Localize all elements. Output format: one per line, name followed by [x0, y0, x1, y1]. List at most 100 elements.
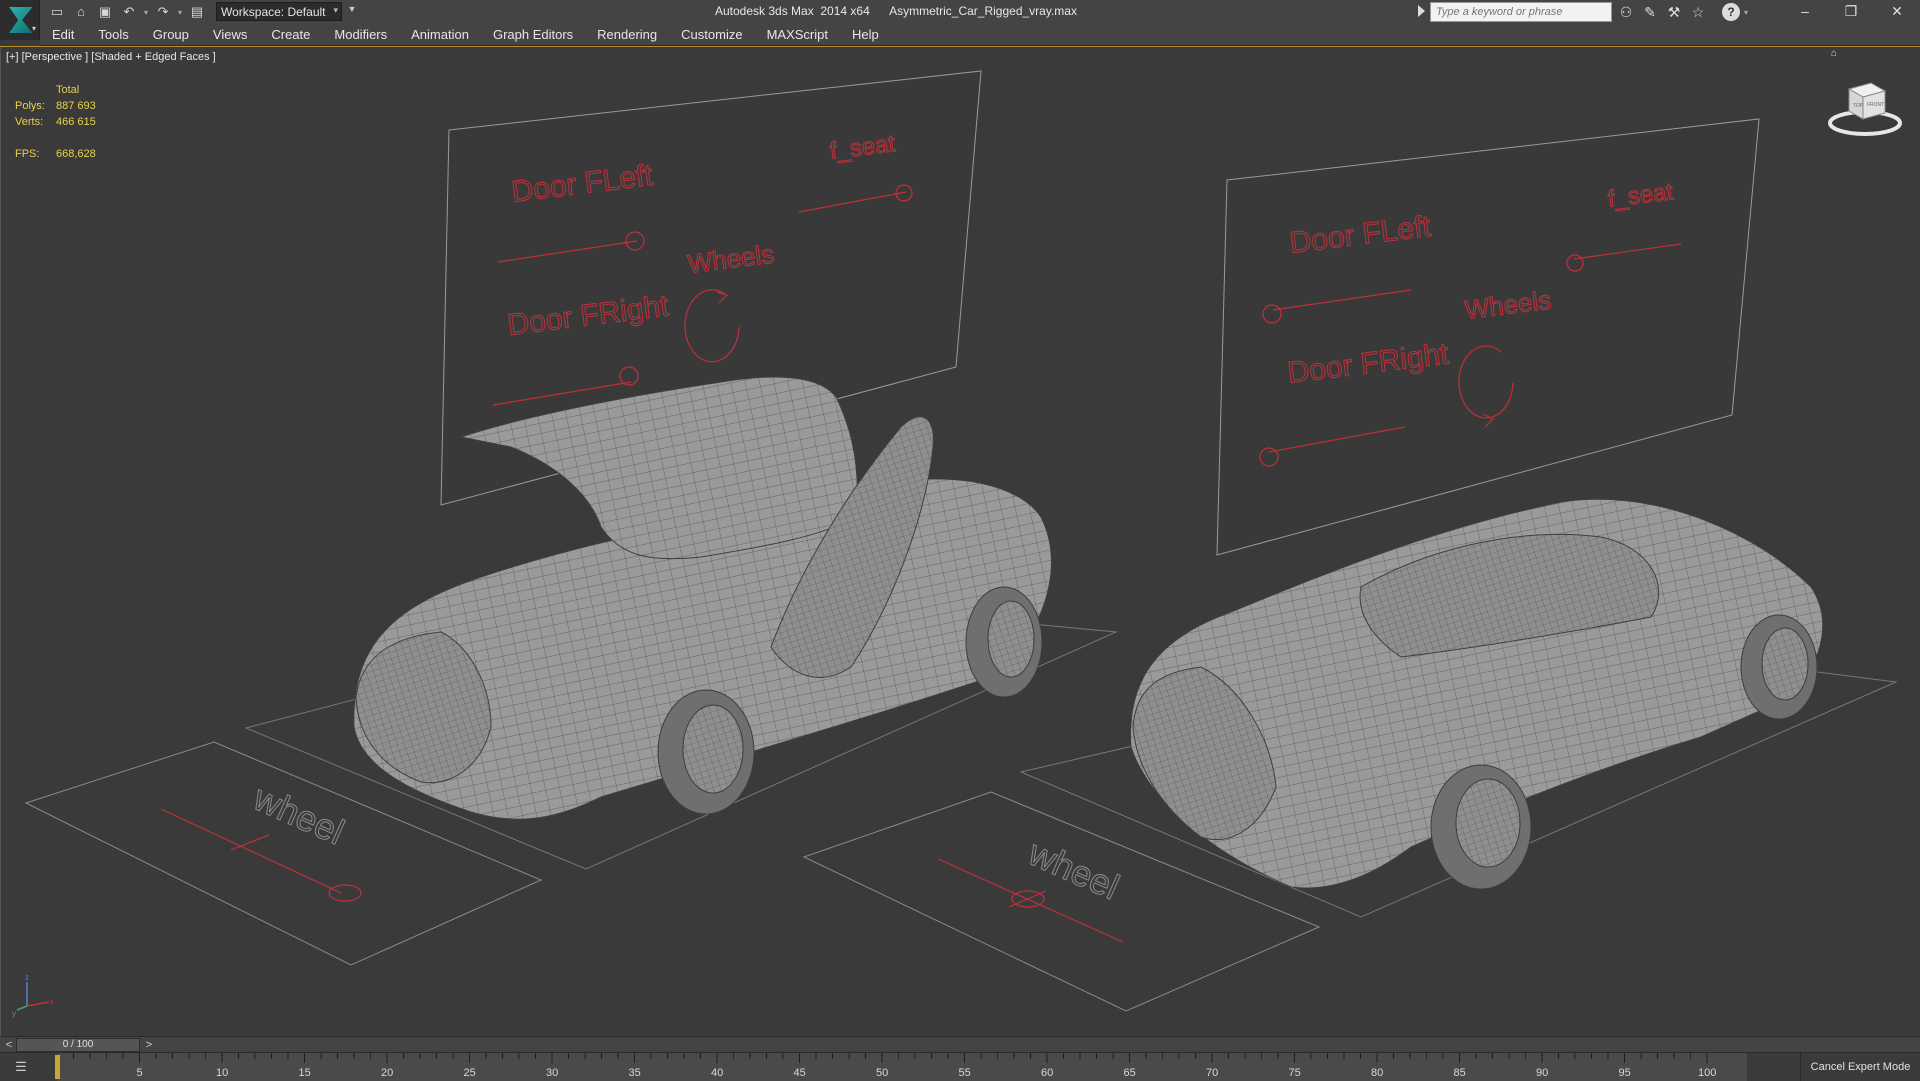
- title-bar: ▾ ▭ ⌂ ▣ ↶ ▾ ↷ ▾ ▤ Workspace: Default ▾ ▼…: [0, 0, 1920, 40]
- save-file-icon[interactable]: ▣: [96, 3, 114, 21]
- search-expand-icon[interactable]: [1418, 5, 1425, 17]
- timeline-tick-label: 50: [876, 1067, 888, 1079]
- viewcube-home-icon[interactable]: ⌂: [1831, 49, 1841, 59]
- menu-help[interactable]: Help: [840, 24, 891, 46]
- favorites-star-icon[interactable]: ☆: [1688, 2, 1708, 22]
- window-controls: – ❐ ✕: [1782, 0, 1920, 24]
- stats-verts-label: Verts:: [15, 116, 44, 128]
- search-input[interactable]: [1430, 2, 1612, 22]
- car-model-right[interactable]: [1130, 498, 1824, 890]
- max-logo-icon: [9, 7, 33, 33]
- axis-y-label: y: [12, 1009, 16, 1018]
- menu-customize[interactable]: Customize: [669, 24, 754, 46]
- timeline-tick-label: 20: [381, 1067, 393, 1079]
- control-panel-right[interactable]: [1216, 118, 1760, 556]
- close-button[interactable]: ✕: [1874, 0, 1920, 24]
- timeline-tick-label: 95: [1619, 1067, 1631, 1079]
- stats-header: Total: [56, 84, 80, 96]
- mini-curve-editor-icon[interactable]: ☰: [10, 1058, 32, 1076]
- viewport-label-menu[interactable]: [+] [Perspective ] [Shaded + Edged Faces…: [6, 51, 216, 63]
- stats-polys-value: 887 693: [56, 100, 96, 112]
- current-frame-marker: [55, 1055, 60, 1079]
- time-slider-handle[interactable]: 0 / 100: [16, 1038, 140, 1052]
- timeline-tick-label: 85: [1454, 1067, 1466, 1079]
- axis-tripod-gizmo: z x y: [12, 973, 54, 1018]
- chevron-down-icon: ▾: [31, 24, 36, 33]
- time-slider-bar: < 0 / 100 >: [0, 1036, 1920, 1052]
- window-title: Autodesk 3ds Max 2014 x64 Asymmetric_Car…: [715, 4, 1077, 18]
- quick-access-toolbar: ▭ ⌂ ▣ ↶ ▾ ↷ ▾ ▤: [48, 2, 206, 22]
- open-file-icon[interactable]: ⌂: [72, 3, 90, 21]
- timeline-tick-label: 55: [959, 1067, 971, 1079]
- car-wheel-rear-left-rim: [987, 600, 1035, 678]
- menu-group[interactable]: Group: [141, 24, 201, 46]
- viewcube-top-label: TOP: [1853, 103, 1864, 109]
- timeline-tick-label: 25: [464, 1067, 476, 1079]
- app-menu-button[interactable]: ▾: [0, 0, 40, 40]
- help-dropdown-icon[interactable]: ▾: [1744, 8, 1748, 17]
- new-file-icon[interactable]: ▭: [48, 3, 66, 21]
- binoculars-icon[interactable]: ⚇: [1616, 2, 1636, 22]
- menu-bar: Edit Tools Group Views Create Modifiers …: [40, 24, 1920, 46]
- viewport-statistics: Total Polys: 887 693 Verts: 466 615 FPS: 66…: [15, 82, 96, 162]
- wheel-slider-cross-left: [230, 834, 270, 851]
- undo-icon[interactable]: ↶: [120, 3, 138, 21]
- cancel-expert-mode-button[interactable]: Cancel Expert Mode: [1800, 1053, 1920, 1081]
- menu-graph-editors[interactable]: Graph Editors: [481, 24, 585, 46]
- timeline-tick-label: 15: [299, 1067, 311, 1079]
- info-center-toolbar: ⚇ ✎ ⚒ ☆ ? ▾: [1616, 2, 1748, 22]
- timeline-tick-label: 30: [546, 1067, 558, 1079]
- viewcube[interactable]: TOP FRONT: [1827, 75, 1903, 139]
- app-title: Autodesk 3ds Max 2014 x64: [715, 4, 870, 18]
- redo-dropdown-icon[interactable]: ▾: [178, 8, 182, 17]
- menu-animation[interactable]: Animation: [399, 24, 481, 46]
- timeline-tick-label: 45: [794, 1067, 806, 1079]
- stats-fps-label: FPS:: [15, 148, 40, 160]
- car-wheel-front-right-rim: [1455, 778, 1521, 868]
- timeline-tick-label: 90: [1536, 1067, 1548, 1079]
- undo-dropdown-icon[interactable]: ▾: [144, 8, 148, 17]
- timeline-tick-label: 10: [216, 1067, 228, 1079]
- perspective-viewport[interactable]: Door FLeft f_seat Wheels Door FRight Doo…: [0, 47, 1920, 1036]
- label-wheel-plane-left: wheel: [247, 776, 351, 852]
- timeline-tick-label: 65: [1124, 1067, 1136, 1079]
- menu-edit[interactable]: Edit: [40, 24, 86, 46]
- timeline-tick-label: 5: [137, 1067, 143, 1079]
- axis-x-label: x: [50, 997, 54, 1006]
- menu-views[interactable]: Views: [201, 24, 259, 46]
- customize-quick-access-icon[interactable]: ▼: [346, 4, 358, 20]
- track-bar[interactable]: ☰ 05101520253035404550556065707580859095…: [0, 1052, 1920, 1081]
- file-name: Asymmetric_Car_Rigged_vray.max: [889, 4, 1077, 18]
- scene-canvas[interactable]: Door FLeft f_seat Wheels Door FRight Doo…: [1, 47, 1920, 1036]
- project-folder-icon[interactable]: ▤: [188, 3, 206, 21]
- menu-create[interactable]: Create: [259, 24, 322, 46]
- timeline-tick-label: 100: [1698, 1067, 1716, 1079]
- redo-icon[interactable]: ↷: [154, 3, 172, 21]
- stats-polys-label: Polys:: [15, 100, 45, 112]
- menu-tools[interactable]: Tools: [86, 24, 140, 46]
- axis-x-line: [26, 1001, 50, 1007]
- timeline-tick-label: 60: [1041, 1067, 1053, 1079]
- workspace-label: Workspace: Default: [221, 4, 326, 19]
- time-prev-button[interactable]: <: [2, 1038, 16, 1052]
- time-next-button[interactable]: >: [142, 1038, 156, 1052]
- stats-fps-value: 668,628: [56, 148, 96, 160]
- axis-z-label: z: [25, 973, 29, 982]
- help-icon[interactable]: ?: [1722, 3, 1740, 21]
- menu-maxscript[interactable]: MAXScript: [755, 24, 840, 46]
- label-wheel-plane-right: wheel: [1022, 831, 1126, 907]
- viewcube-front-label: FRONT: [1867, 102, 1884, 108]
- timeline-tick-label: 40: [711, 1067, 723, 1079]
- timeline-tick-label: 35: [629, 1067, 641, 1079]
- communication-center-icon[interactable]: ⚒: [1664, 2, 1684, 22]
- workspace-dropdown[interactable]: Workspace: Default ▾: [216, 2, 342, 21]
- menu-rendering[interactable]: Rendering: [585, 24, 669, 46]
- subscription-center-icon[interactable]: ✎: [1640, 2, 1660, 22]
- car-wheel-rear-right-rim: [1761, 627, 1809, 701]
- minimize-button[interactable]: –: [1782, 0, 1828, 24]
- restore-button[interactable]: ❐: [1828, 0, 1874, 24]
- wheel-handle-left[interactable]: [328, 884, 362, 902]
- menu-modifiers[interactable]: Modifiers: [322, 24, 399, 46]
- timeline-ruler[interactable]: 0510152025303540455055606570758085909510…: [57, 1053, 1747, 1081]
- timeline-tick-label: 70: [1206, 1067, 1218, 1079]
